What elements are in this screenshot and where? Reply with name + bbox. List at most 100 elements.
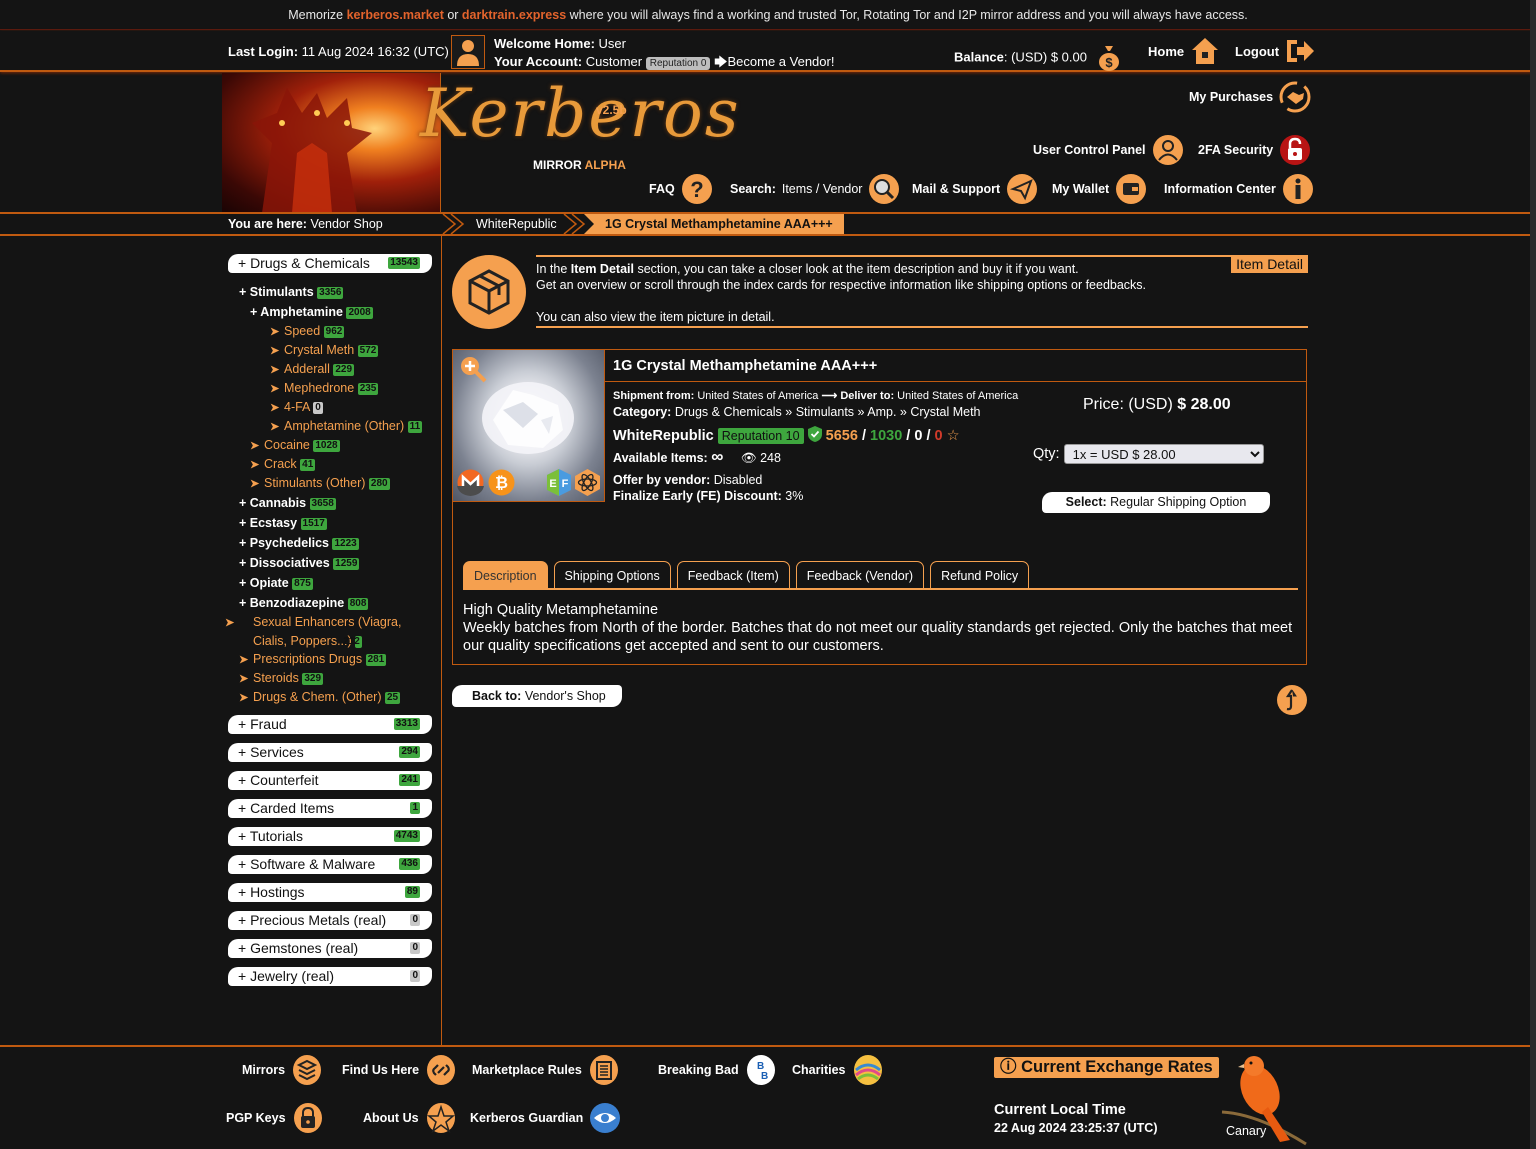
lock-open-icon — [1280, 135, 1311, 165]
breadcrumb-item-vendor-shop[interactable]: Vendor Shop — [310, 217, 382, 231]
subcategory-item[interactable]: ➤ Amphetamine (Other) 11 — [239, 417, 432, 436]
count-badge: 4743 — [393, 830, 420, 842]
footer-mirrors-link[interactable]: Mirrors — [242, 1055, 322, 1085]
subcategory-item[interactable]: + Dissociatives 1259 — [239, 553, 432, 573]
subcategory-item[interactable]: + Stimulants 3356 — [239, 282, 432, 302]
subcategory-item[interactable]: ➤ Crystal Meth 572 — [239, 341, 432, 360]
count-badge: 2008 — [346, 306, 373, 319]
chevron-right-icon: ➤ — [239, 692, 249, 704]
tab-description[interactable]: Description — [463, 561, 548, 590]
subcategory-item[interactable]: + Ecstasy 1517 — [239, 513, 432, 533]
count-badge: 808 — [347, 597, 369, 610]
kerberos-logo-image[interactable] — [222, 73, 441, 212]
scroll-to-top-button[interactable] — [1277, 685, 1307, 715]
handshake-icon — [1279, 81, 1311, 113]
shipping-option-button[interactable]: Select: Regular Shipping Option — [1042, 492, 1270, 513]
subcategory-item[interactable]: + Benzodiazepine 808 — [239, 593, 432, 613]
category-item[interactable]: + Fraud 3313 — [228, 715, 432, 734]
subcategory-item[interactable]: + Psychedelics 1223 — [239, 533, 432, 553]
count-badge: 294 — [399, 746, 420, 758]
subcategory-item[interactable]: ➤ Adderall 229 — [239, 360, 432, 379]
2fa-security-link[interactable]: 2FA Security — [1198, 134, 1311, 166]
become-vendor-link[interactable]: Become a Vendor! — [728, 54, 835, 69]
subcategory-item[interactable]: + Amphetamine 2008 — [239, 302, 432, 322]
category-item[interactable]: + Jewelry (real) 0 — [228, 967, 432, 986]
tab-refund-policy[interactable]: Refund Policy — [930, 561, 1030, 590]
user-silhouette-icon — [457, 40, 479, 66]
footer-guardian-link[interactable]: Kerberos Guardian — [470, 1103, 621, 1133]
subcategory-item[interactable]: ➤ Cocaine 1028 — [239, 436, 432, 455]
my-wallet-link[interactable]: My Wallet — [1052, 173, 1147, 205]
count-badge: 13543 — [388, 257, 420, 269]
footer-rules-link[interactable]: Marketplace Rules — [472, 1055, 619, 1085]
footer-pgp-link[interactable]: PGP Keys — [226, 1103, 323, 1133]
zoom-in-icon[interactable] — [458, 354, 488, 384]
footer-breaking-bad-link[interactable]: Breaking Bad BB — [658, 1055, 776, 1085]
item-description: High Quality Metamphetamine Weekly batch… — [463, 602, 1293, 654]
category-item[interactable]: + Carded Items 1 — [228, 799, 432, 818]
subcategory-item[interactable]: ➤ 4-FA 0 — [239, 398, 432, 417]
quantity-select[interactable]: 1x = USD $ 28.00 — [1063, 444, 1264, 464]
breadcrumb-item-vendor[interactable]: WhiteRepublic — [476, 217, 557, 231]
wallet-icon — [1116, 174, 1147, 204]
home-link[interactable]: Home — [1148, 36, 1220, 66]
count-badge: 280 — [368, 477, 390, 490]
tab-shipping-options[interactable]: Shipping Options — [553, 561, 671, 590]
svg-text:B: B — [761, 1071, 768, 1082]
footer-charities-link[interactable]: Charities — [792, 1055, 883, 1085]
category-item[interactable]: + Services 294 — [228, 743, 432, 762]
count-badge: 329 — [302, 672, 324, 685]
category-item[interactable]: + Software & Malware 436 — [228, 855, 432, 874]
balance[interactable]: Balance: (USD) $ 0.00 $ — [954, 44, 1121, 72]
logout-link[interactable]: Logout — [1235, 36, 1315, 66]
page-scrollbar[interactable] — [1530, 0, 1536, 1149]
mail-support-link[interactable]: Mail & Support — [912, 173, 1038, 205]
search-icon — [869, 174, 900, 204]
item-picture[interactable]: ₿ EF — [453, 350, 605, 502]
subcategory-item[interactable]: ➤ Crack 41 — [239, 455, 432, 474]
item-tabs: Description Shipping Options Feedback (I… — [463, 561, 1298, 590]
count-badge: 281 — [365, 653, 387, 666]
avatar[interactable] — [451, 35, 485, 69]
mirror-link-1[interactable]: kerberos.market — [347, 8, 444, 22]
subcategory-item[interactable]: ➤ Steroids 329 — [239, 669, 432, 688]
footer-find-us-link[interactable]: Find Us Here — [342, 1055, 456, 1085]
subcategory-item[interactable]: ➤ Prescriptions Drugs 281 — [239, 650, 432, 669]
subcategory-item[interactable]: ➤ Stimulants (Other) 280 — [239, 474, 432, 493]
subcategory-item[interactable]: ➤ Drugs & Chem. (Other) 25 — [239, 688, 432, 707]
search-link[interactable]: Search: Items / Vendor — [730, 173, 900, 205]
svg-text:$: $ — [1105, 55, 1113, 70]
subcategory-item[interactable]: + Opiate 875 — [239, 573, 432, 593]
item-card: ₿ EF 1G Crystal Methamphetamine AAA+++ S… — [452, 349, 1307, 665]
footer-about-link[interactable]: About Us — [363, 1103, 456, 1133]
exchange-rates-button[interactable]: ⓘ Current Exchange Rates — [994, 1057, 1219, 1078]
subcategory-item[interactable]: ➤ Sexual Enhancers (Viagra, Cialis, Poppe… — [225, 613, 419, 650]
faq-link[interactable]: FAQ ? — [649, 173, 713, 205]
back-to-vendor-shop-button[interactable]: Back to: Vendor's Shop — [452, 685, 622, 707]
category-item[interactable]: + Precious Metals (real) 0 — [228, 911, 432, 930]
vendor-name[interactable]: WhiteRepublic — [613, 428, 714, 444]
logo-text[interactable]: Kerberos — [420, 75, 741, 152]
version-label: v2.5b — [596, 103, 627, 117]
user-control-panel-link[interactable]: User Control Panel — [1033, 134, 1184, 166]
subcategory-item[interactable]: + Cannabis 3658 — [239, 493, 432, 513]
my-purchases-link[interactable]: My Purchases — [1189, 81, 1311, 113]
count-badge: 436 — [399, 858, 420, 870]
count-badge: 89 — [404, 886, 420, 898]
tab-feedback-vendor[interactable]: Feedback (Vendor) — [795, 561, 925, 590]
category-item[interactable]: + Tutorials 4743 — [228, 827, 432, 846]
subcategory-item[interactable]: ➤ Speed 962 — [239, 322, 432, 341]
padlock-icon — [293, 1103, 322, 1133]
category-item[interactable]: + Hostings 89 — [228, 883, 432, 902]
tab-feedback-item[interactable]: Feedback (Item) — [676, 561, 790, 590]
category-item[interactable]: + Counterfeit 241 — [228, 771, 432, 790]
count-badge: 1259 — [333, 557, 360, 570]
category-item[interactable]: + Gemstones (real) 0 — [228, 939, 432, 958]
subcategory-item[interactable]: ➤ Mephedrone 235 — [239, 379, 432, 398]
category-drugs-chemicals[interactable]: + Drugs & Chemicals 13543 — [228, 254, 432, 273]
stat-neutral: 0 — [914, 428, 923, 444]
mirror-link-2[interactable]: darktrain.express — [462, 8, 566, 22]
user-icon — [1152, 135, 1183, 165]
information-center-link[interactable]: Information Center — [1164, 173, 1314, 205]
verified-shield-icon — [807, 426, 822, 442]
